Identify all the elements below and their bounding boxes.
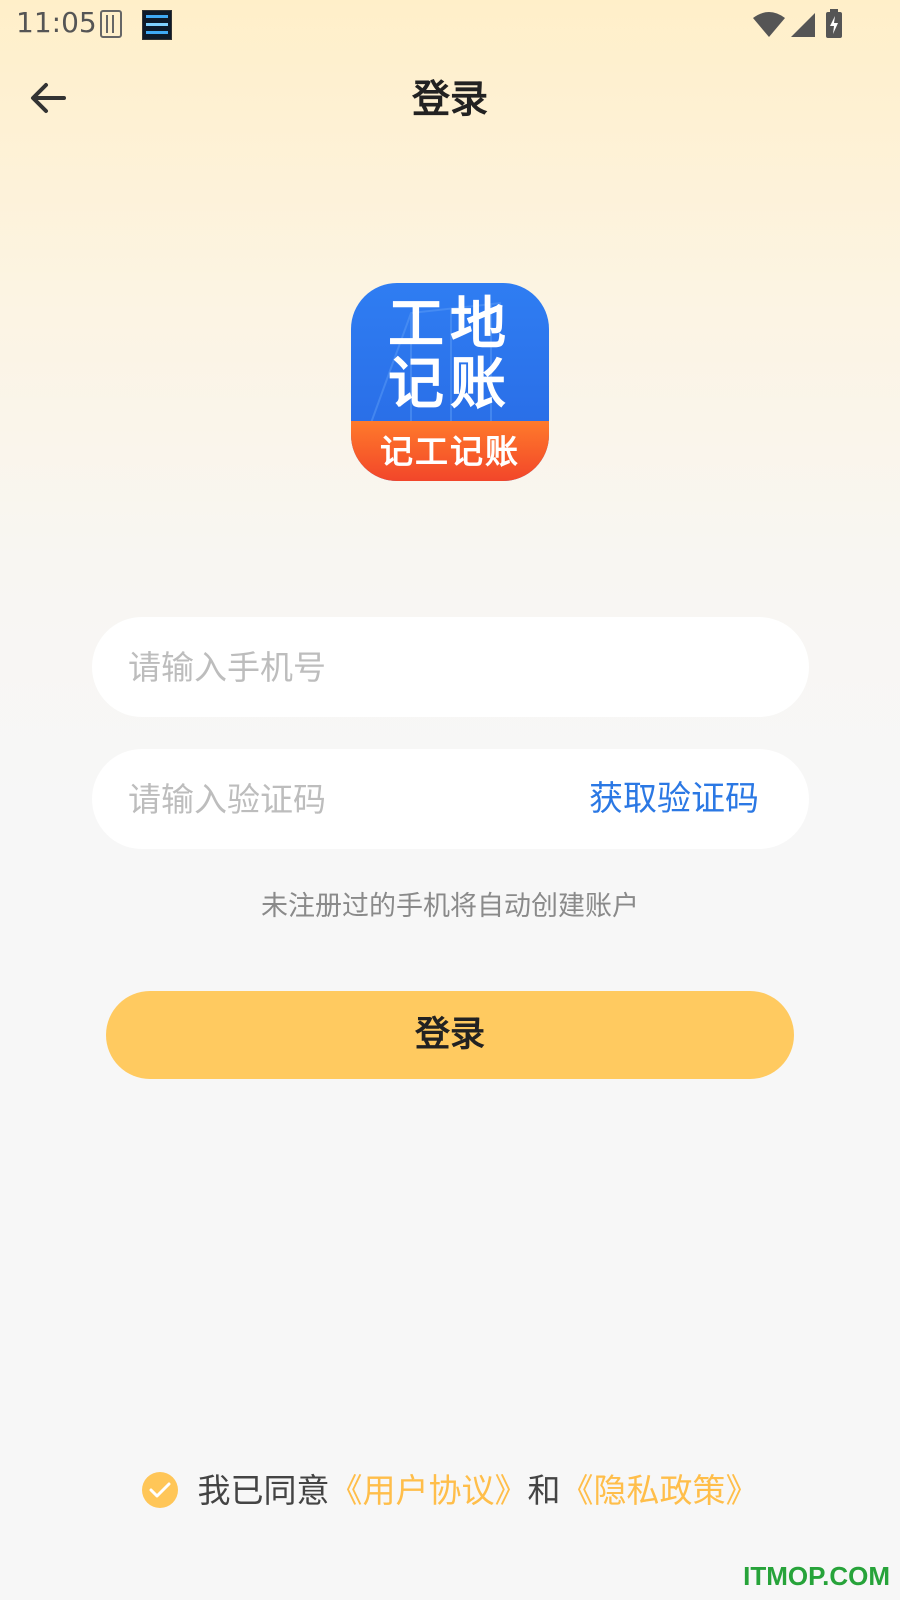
battery-charging-icon [826, 9, 842, 38]
logo-text-line2: 记账 [388, 352, 512, 417]
logo-band-text: 记工记账 [380, 432, 520, 471]
status-bar: 11:05 [0, 0, 900, 50]
logo-band: 记工记账 [351, 421, 549, 481]
watermark: ITMOP.COM [743, 1561, 890, 1591]
checkmark-icon [149, 1482, 170, 1497]
wifi-icon [753, 12, 785, 37]
user-agreement-link[interactable]: 《用户协议》 [330, 1471, 528, 1510]
agreement-and: 和 [527, 1471, 561, 1510]
phone-input-box [92, 617, 809, 717]
login-button[interactable]: 登录 [106, 991, 794, 1079]
clock-widget-icon [142, 10, 172, 40]
status-time: 11:05 [16, 6, 97, 39]
agreement-prefix: 我已同意 [197, 1471, 330, 1510]
sim-card-icon [100, 10, 122, 38]
auto-register-hint: 未注册过的手机将自动创建账户 [261, 891, 639, 922]
phone-input[interactable] [128, 617, 768, 717]
code-input-box: 获取验证码 [92, 749, 809, 849]
get-code-button[interactable]: 获取验证码 [589, 749, 759, 849]
verification-code-input[interactable] [128, 749, 528, 849]
app-logo: 工地 记账 记工记账 [351, 283, 549, 481]
agreement-checkbox[interactable] [141, 1471, 178, 1508]
logo-text-line1: 工地 [388, 292, 512, 357]
page-title: 登录 [411, 77, 488, 121]
privacy-policy-link[interactable]: 《隐私政策》 [561, 1471, 759, 1510]
signal-icon [791, 13, 815, 37]
agreement-row: 我已同意《用户协议》和《隐私政策》 [0, 1466, 900, 1516]
